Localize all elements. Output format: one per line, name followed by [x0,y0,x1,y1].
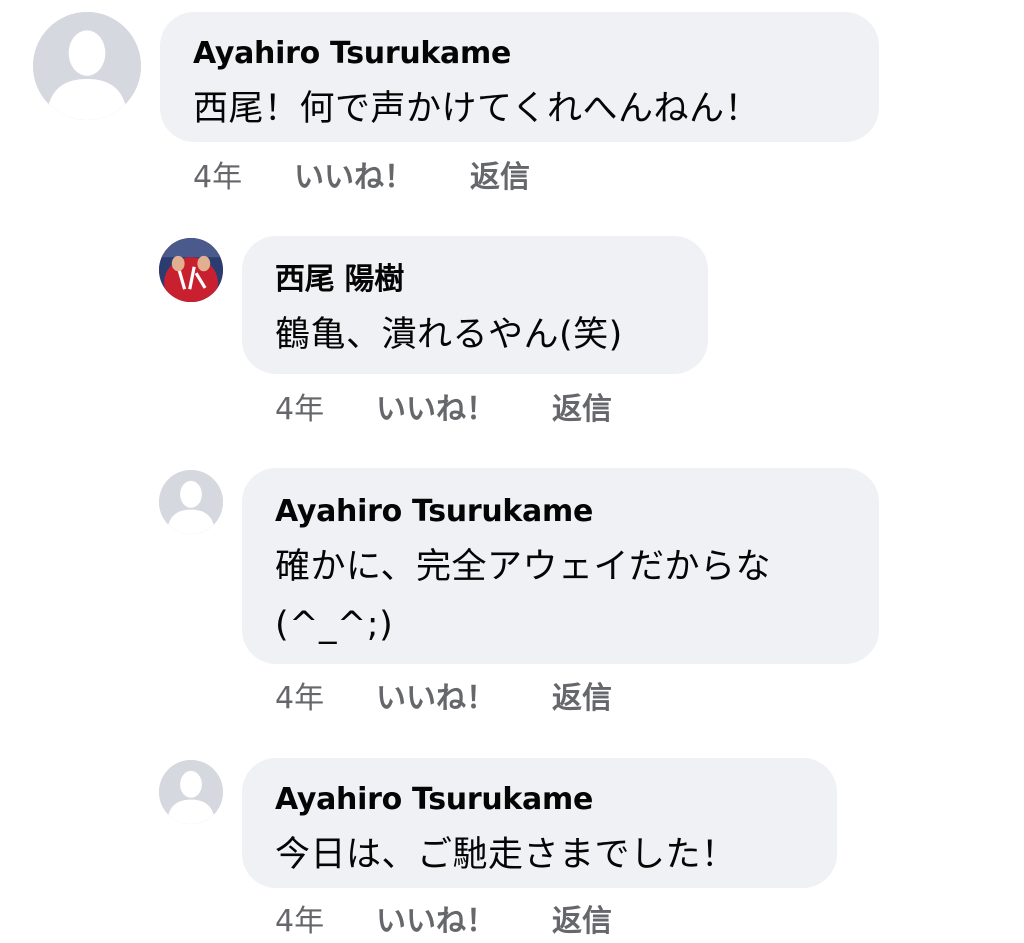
reply-comment-item: Ayahiro Tsurukame 今日は、ご馳走さまでした！ 4年 いいね！ … [0,0,1024,943]
comment-text: 今日は、ご馳走さまでした！ [275,826,837,884]
like-button[interactable]: いいね！ [376,904,496,940]
reply-button[interactable]: 返信 [552,904,612,940]
comment-text-line: 今日は、ご馳走さまでした！ [275,835,737,875]
comment-bubble: Ayahiro Tsurukame 今日は、ご馳走さまでした！ [242,758,837,888]
avatar[interactable] [159,760,223,824]
default-profile-icon [159,760,223,824]
timestamp[interactable]: 4年 [275,904,324,940]
comment-author[interactable]: Ayahiro Tsurukame [275,782,837,818]
